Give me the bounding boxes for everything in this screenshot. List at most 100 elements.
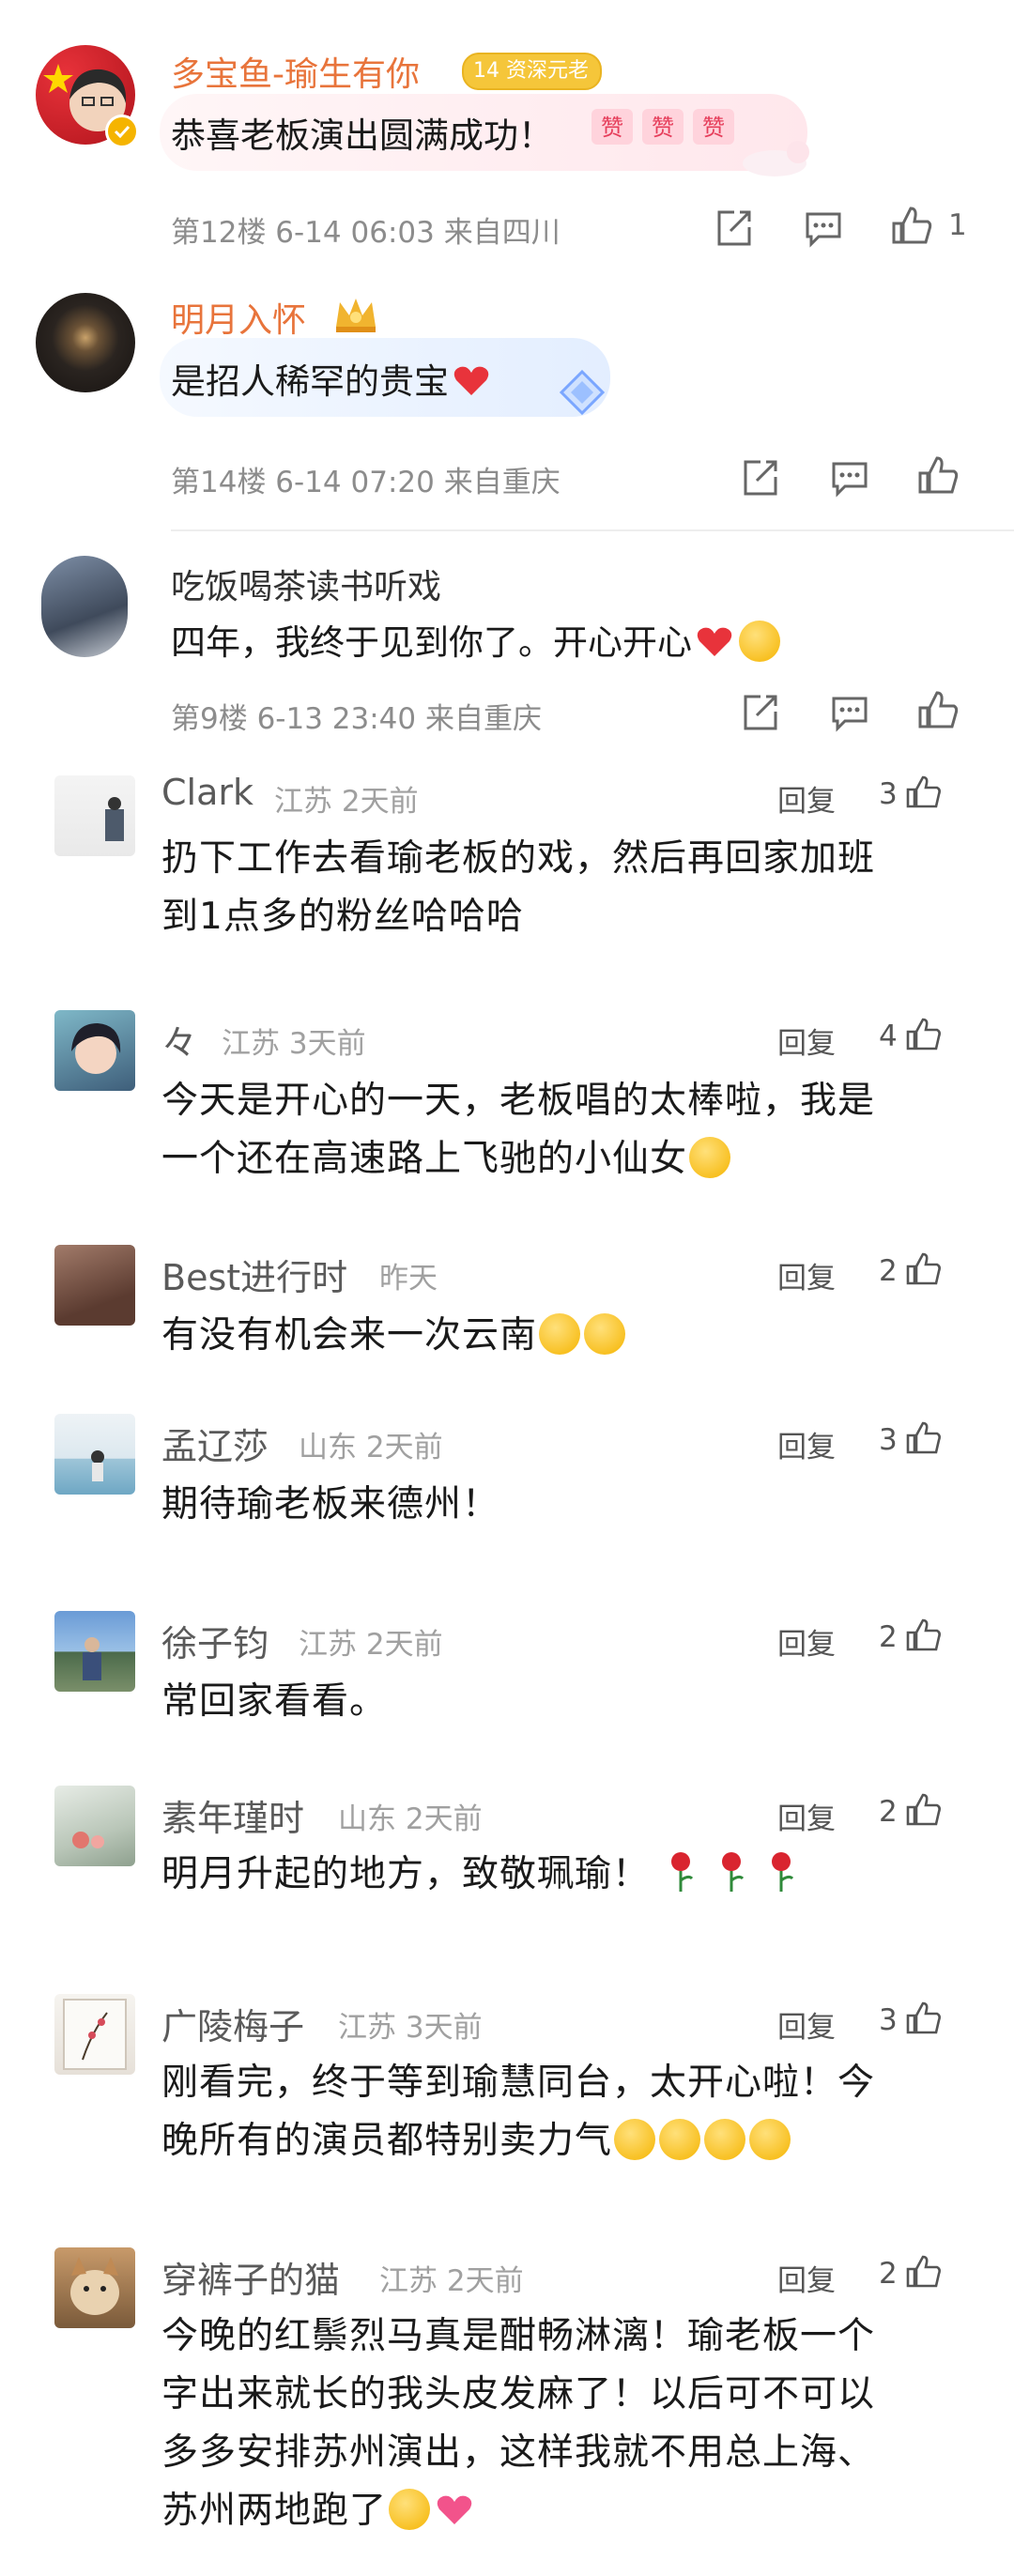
reply-button[interactable]: 回复 (777, 1020, 836, 1062)
reply-button[interactable]: 回复 (777, 2003, 836, 2046)
reply-meta: 江苏 2天前 (274, 785, 419, 819)
comment-meta: 第12楼 6-14 06:03 来自四川 (171, 216, 561, 250)
reply-author[interactable]: 穿裤子的猫 (161, 2251, 340, 2303)
like-count: 2 (879, 1620, 898, 1654)
share-icon[interactable] (738, 691, 781, 734)
reply-button[interactable]: 回复 (777, 2257, 836, 2299)
reply-button[interactable]: 回复 (777, 777, 836, 820)
heart-emoji (451, 360, 492, 401)
thumb-up-icon[interactable] (905, 1250, 943, 1288)
avatar[interactable] (54, 1414, 135, 1495)
heart-emoji (434, 2489, 475, 2530)
thumb-up-icon[interactable] (905, 2000, 943, 2037)
reply-text: 扔下工作去看瑜老板的戏，然后再回家加班 到1点多的粉丝哈哈哈 (161, 837, 876, 938)
share-icon[interactable] (712, 207, 755, 250)
like-icon[interactable] (890, 205, 933, 248)
reply-meta: 江苏 3天前 (222, 1027, 366, 1061)
reply-text: 刚看完，终于等到瑜慧同台，太开心啦！今 晚所有的演员都特别卖力气 (161, 2062, 876, 2162)
like-count: 3 (879, 2003, 898, 2037)
reply-author[interactable]: 孟辽莎 (161, 1418, 269, 1469)
sticker-emoji: 赞 赞 赞 (590, 105, 740, 148)
like-icon[interactable] (916, 454, 960, 498)
avatar[interactable] (41, 556, 128, 657)
reply-meta: 江苏 3天前 (338, 2011, 483, 2045)
divider (171, 529, 1014, 531)
reply-meta: 山东 2天前 (338, 1802, 483, 1836)
reply-author[interactable]: Best进行时 (161, 1249, 347, 1300)
like-count: 3 (879, 1423, 898, 1457)
reply-button[interactable]: 回复 (777, 1423, 836, 1465)
diamond-decoration-icon (554, 368, 610, 419)
comment-icon[interactable] (828, 691, 871, 734)
level-badge: 14 资深元老 (462, 53, 603, 90)
reply-author[interactable]: 素年瑾时 (161, 1789, 304, 1841)
reply-text: 今晚的红鬃烈马真是酣畅淋漓！瑜老板一个 字出来就长的我头皮发麻了！以后可不可以 … (161, 2315, 876, 2532)
thumb-up-icon[interactable] (905, 2253, 943, 2291)
reply-author[interactable]: 广陵梅子 (161, 1998, 304, 2049)
rose-emoji (664, 1848, 698, 1892)
avatar[interactable] (36, 293, 135, 392)
hugging-emoji (749, 2119, 791, 2160)
avatar[interactable] (54, 1786, 135, 1866)
svg-text:赞: 赞 (601, 115, 623, 141)
comment-text: 是招人稀罕的贵宝 (171, 353, 494, 404)
hugging-emoji (704, 2119, 746, 2160)
svg-text:赞: 赞 (702, 115, 725, 141)
avatar[interactable] (54, 1010, 135, 1091)
reply-button[interactable]: 回复 (777, 1795, 836, 1837)
hugging-emoji (614, 2119, 656, 2160)
rose-emoji (764, 1848, 798, 1892)
comment-icon[interactable] (802, 207, 845, 250)
comment-meta: 第14楼 6-14 07:20 来自重庆 (171, 466, 561, 499)
reply-text: 有没有机会来一次云南 (161, 1307, 960, 1365)
reply-text: 明月升起的地方，致敬珮瑜！ (161, 1846, 960, 1904)
avatar[interactable] (54, 775, 135, 856)
like-count: 1 (948, 208, 967, 242)
excited-emoji (739, 621, 780, 662)
reply-author[interactable]: Clark (161, 772, 254, 813)
avatar[interactable] (54, 1994, 135, 2075)
reply-meta: 江苏 2天前 (299, 1628, 443, 1662)
thumb-up-icon[interactable] (905, 1617, 943, 1654)
avatar[interactable] (54, 1611, 135, 1692)
like-icon[interactable] (916, 689, 960, 732)
rose-emoji (714, 1848, 748, 1892)
smile-emoji (539, 1313, 581, 1355)
avatar[interactable] (54, 1245, 135, 1326)
avatar[interactable] (54, 2247, 135, 2328)
verified-badge-icon (105, 115, 139, 148)
thumb-up-icon[interactable] (905, 1016, 943, 1053)
decoration-cat-icon (723, 131, 817, 178)
like-count: 2 (879, 1254, 898, 1288)
reply-meta: 山东 2天前 (299, 1431, 443, 1464)
smile-emoji (584, 1313, 626, 1355)
reply-meta: 昨天 (379, 1262, 438, 1296)
heart-emoji (694, 621, 735, 662)
thumb-up-icon[interactable] (905, 774, 943, 811)
reply-button[interactable]: 回复 (777, 1254, 836, 1296)
like-count: 2 (879, 1795, 898, 1829)
reply-button[interactable]: 回复 (777, 1620, 836, 1663)
comment-text: 四年，我终于见到你了。开心开心 (171, 614, 782, 665)
thumb-up-icon[interactable] (905, 1419, 943, 1457)
comment-icon[interactable] (828, 456, 871, 499)
reply-text: 今天是开心的一天，老板唱的太棒啦，我是 一个还在高速路上飞驰的小仙女 (161, 1080, 876, 1180)
comment-author[interactable]: 明月入怀 (171, 293, 306, 342)
like-count: 2 (879, 2257, 898, 2291)
reply-text: 期待瑜老板来德州！ (161, 1483, 500, 1526)
reply-text: 常回家看看。 (161, 1680, 388, 1723)
comment-text: 恭喜老板演出圆满成功！ (171, 115, 553, 156)
comment-author[interactable]: 吃饭喝茶读书听戏 (171, 560, 441, 608)
like-count: 4 (879, 1020, 898, 1053)
crown-badge-icon (330, 293, 381, 336)
hugging-emoji (659, 2119, 701, 2160)
grin-emoji (389, 2489, 431, 2530)
reply-author[interactable]: 徐子钧 (161, 1615, 269, 1666)
like-count: 3 (879, 777, 898, 811)
share-icon[interactable] (738, 456, 781, 499)
svg-text:赞: 赞 (652, 115, 674, 141)
reply-author[interactable]: 々 (161, 1014, 197, 1066)
reply-meta: 江苏 2天前 (379, 2264, 524, 2298)
comment-author[interactable]: 多宝鱼-瑜生有你 (171, 47, 420, 96)
thumb-up-icon[interactable] (905, 1791, 943, 1829)
